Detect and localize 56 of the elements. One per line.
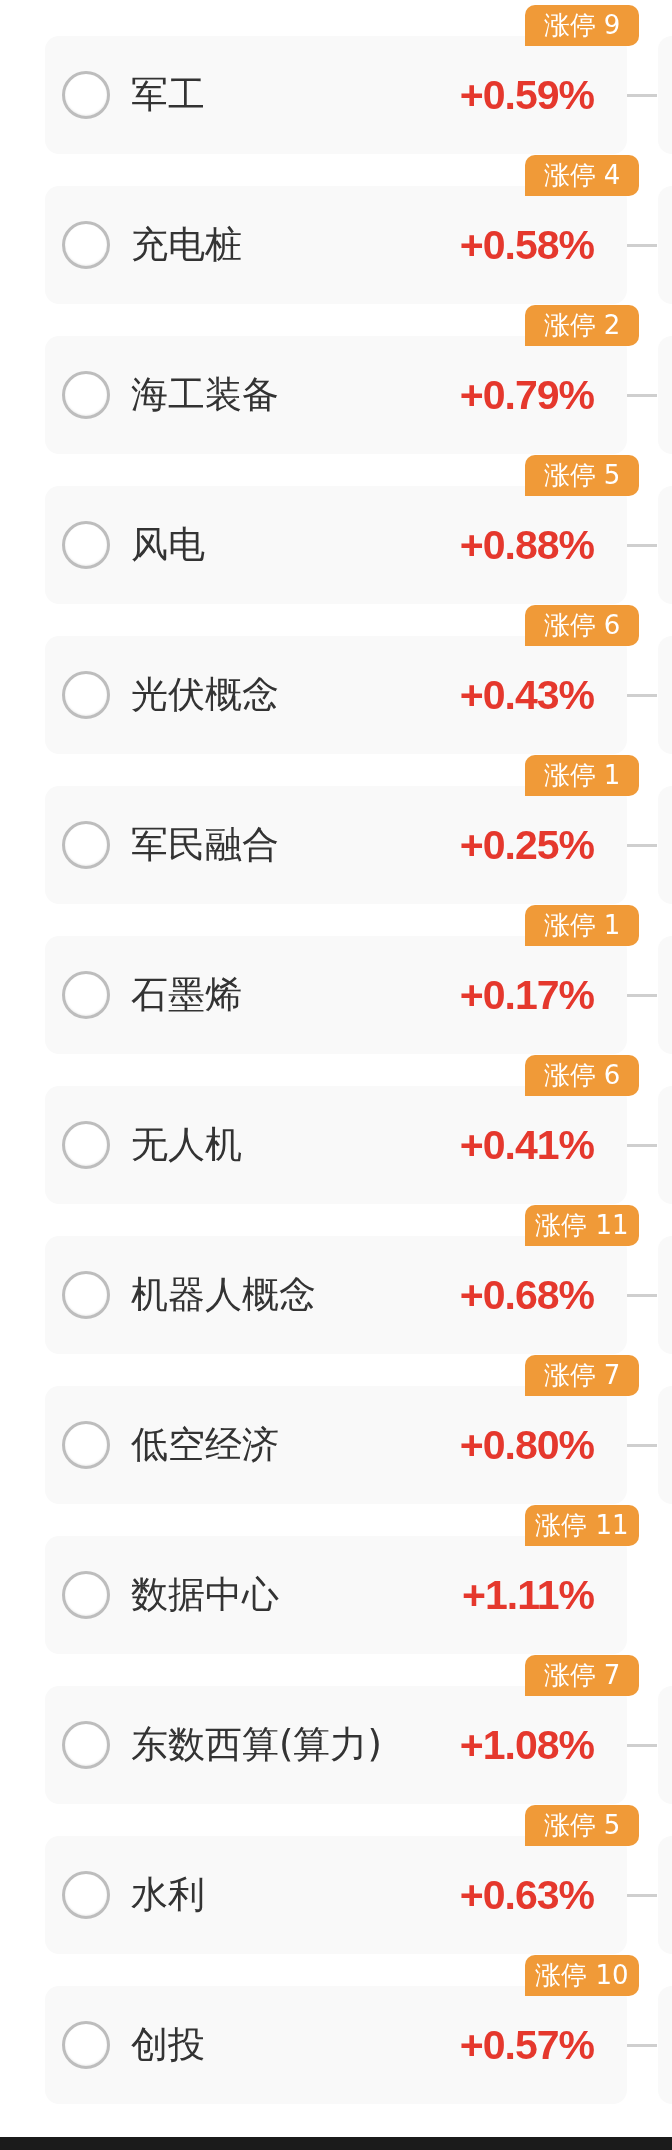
change-percent: +0.43% [459, 671, 594, 719]
change-percent: +0.25% [459, 821, 594, 869]
limit-up-badge: 涨停 1 [525, 755, 639, 796]
limit-up-badge: 涨停 6 [525, 605, 639, 646]
radio-button[interactable] [62, 1121, 110, 1169]
sector-name: 光伏概念 [131, 672, 279, 718]
radio-button[interactable] [62, 71, 110, 119]
radio-button[interactable] [62, 221, 110, 269]
change-percent: +1.08% [459, 1721, 594, 1769]
sector-name: 军民融合 [131, 822, 279, 868]
sector-name: 水利 [131, 1872, 205, 1918]
sector-name: 创投 [131, 2022, 205, 2068]
radio-button[interactable] [62, 1571, 110, 1619]
sector-name: 风电 [131, 522, 205, 568]
sector-name: 低空经济 [131, 1422, 279, 1468]
radio-button[interactable] [62, 671, 110, 719]
limit-up-badge: 涨停 10 [525, 1955, 639, 1996]
limit-up-badge: 涨停 11 [525, 1205, 639, 1246]
sector-name: 东数西算(算力) [131, 1722, 382, 1768]
limit-up-badge: 涨停 1 [525, 905, 639, 946]
change-percent: +0.63% [459, 1871, 594, 1919]
change-percent: +0.58% [459, 221, 594, 269]
sector-name: 海工装备 [131, 372, 279, 418]
change-percent: +0.88% [459, 521, 594, 569]
radio-button[interactable] [62, 521, 110, 569]
change-percent: +0.17% [459, 971, 594, 1019]
limit-up-badge: 涨停 2 [525, 305, 639, 346]
sector-name: 无人机 [131, 1122, 242, 1168]
radio-button[interactable] [62, 821, 110, 869]
sector-name: 石墨烯 [131, 972, 242, 1018]
radio-button[interactable] [62, 1421, 110, 1469]
change-percent: +0.80% [459, 1421, 594, 1469]
change-percent: +0.59% [459, 71, 594, 119]
radio-button[interactable] [62, 1271, 110, 1319]
radio-button[interactable] [62, 1721, 110, 1769]
limit-up-badge: 涨停 5 [525, 455, 639, 496]
sector-name: 军工 [131, 72, 205, 118]
limit-up-badge: 涨停 7 [525, 1355, 639, 1396]
limit-up-badge: 涨停 6 [525, 1055, 639, 1096]
change-percent: +0.79% [459, 371, 594, 419]
radio-button[interactable] [62, 1871, 110, 1919]
sector-name: 机器人概念 [131, 1272, 316, 1318]
change-percent: +0.57% [459, 2021, 594, 2069]
radio-button[interactable] [62, 971, 110, 1019]
sector-name: 充电桩 [131, 222, 242, 268]
radio-button[interactable] [62, 371, 110, 419]
limit-up-badge: 涨停 5 [525, 1805, 639, 1846]
change-percent: +0.68% [459, 1271, 594, 1319]
limit-up-badge: 涨停 7 [525, 1655, 639, 1696]
radio-button[interactable] [62, 2021, 110, 2069]
change-percent: +0.41% [459, 1121, 594, 1169]
limit-up-badge: 涨停 4 [525, 155, 639, 196]
sector-name: 数据中心 [131, 1572, 279, 1618]
limit-up-badge: 涨停 11 [525, 1505, 639, 1546]
change-percent: +1.11% [462, 1571, 594, 1619]
limit-up-badge: 涨停 9 [525, 5, 639, 46]
